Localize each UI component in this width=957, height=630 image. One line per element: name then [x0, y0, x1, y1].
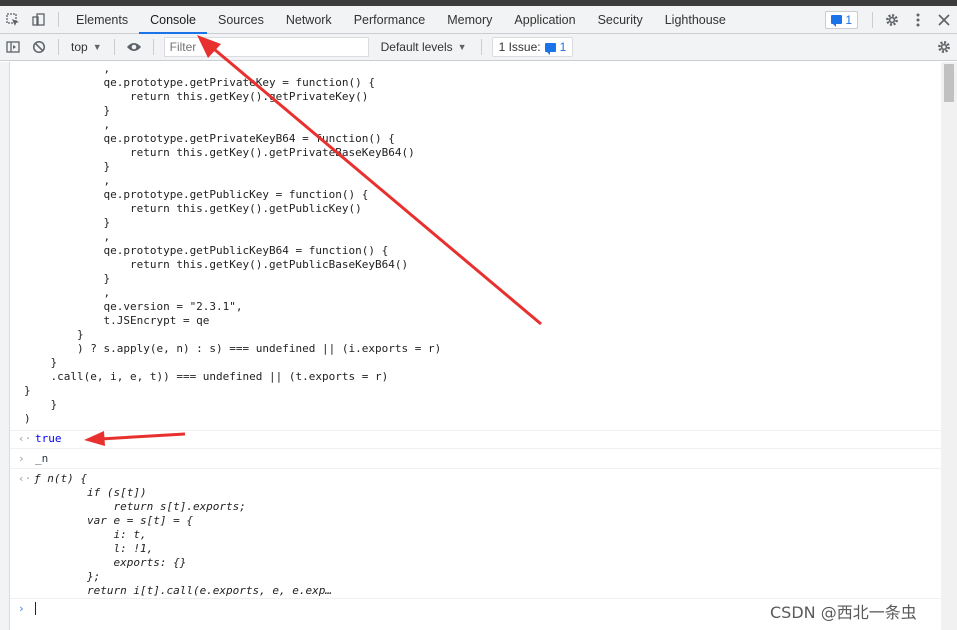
csdn-watermark: CSDN @西北一条虫 [770, 603, 917, 622]
code-line: return this.getKey().getPrivateBaseKeyB6… [24, 146, 415, 159]
prompt-chevron-icon: › [18, 602, 25, 615]
console-left-gutter [0, 62, 10, 630]
context-selector-value: top [71, 40, 88, 54]
function-source-line: return s[t].exports; [34, 500, 246, 513]
function-source-line: ƒ n(t) { [34, 472, 87, 485]
function-source-block: ƒ n(t) { if (s[t]) return s[t].exports; … [34, 472, 332, 598]
issues-badge[interactable]: 1 [825, 10, 858, 29]
console-output[interactable]: , qe.prototype.getPrivateKey = function(… [10, 62, 941, 630]
toolbar-separator [152, 39, 154, 55]
input-row: › _n [10, 452, 941, 466]
function-source-line: l: !1, [34, 542, 154, 555]
devtools-tabbar: Elements Console Sources Network Perform… [0, 6, 957, 34]
issue-message-icon [831, 15, 843, 27]
code-line: qe.prototype.getPrivateKeyB64 = function… [24, 132, 395, 145]
code-line: } [24, 356, 58, 369]
console-toolbar: top ▼ Default levels ▼ 1 Issue: 1 [0, 34, 957, 61]
code-line: , [24, 230, 111, 243]
tab-memory[interactable]: Memory [436, 6, 503, 33]
code-line: } [24, 160, 111, 173]
code-line: } [24, 272, 111, 285]
issues-counter-label: 1 Issue: [498, 40, 541, 54]
code-line: } [24, 328, 84, 341]
more-options-icon[interactable] [905, 7, 931, 33]
function-source-line: }; [34, 570, 101, 583]
issue-message-icon [544, 42, 556, 55]
code-line: qe.prototype.getPublicKey = function() { [24, 188, 369, 201]
code-line: , [24, 286, 111, 299]
code-line: , [24, 118, 111, 131]
code-line: return this.getKey().getPublicBaseKeyB64… [24, 258, 409, 271]
code-line: t.JSEncrypt = qe [24, 314, 210, 327]
code-line: , [24, 62, 111, 75]
code-line: ) [24, 412, 31, 425]
function-source-line: return i[t].call(e.exports, e, e.exp… [34, 584, 333, 597]
code-line: qe.prototype.getPublicKeyB64 = function(… [24, 244, 389, 257]
code-line: } [24, 104, 111, 117]
message-divider [10, 430, 941, 431]
result-value: true [35, 432, 62, 445]
input-command: _n [35, 452, 49, 465]
code-line: qe.prototype.getPrivateKey = function() … [24, 76, 375, 89]
tab-sources[interactable]: Sources [207, 6, 275, 33]
code-line: } [24, 398, 58, 411]
code-line: .call(e, i, e, t)) === undefined || (t.e… [24, 370, 389, 383]
result-row: ‹· true [10, 432, 941, 446]
filter-input[interactable] [163, 37, 369, 57]
settings-gear-icon[interactable] [879, 7, 905, 33]
code-line: ) ? s.apply(e, n) : s) === undefined || … [24, 342, 442, 355]
code-output-block: , qe.prototype.getPrivateKey = function(… [10, 62, 941, 426]
function-source-line: i: t, [34, 528, 147, 541]
result-arrow-icon: ‹· [18, 472, 32, 485]
function-source-line: if (s[t]) [34, 486, 147, 499]
toolbar-separator [480, 39, 482, 55]
tab-console[interactable]: Console [139, 6, 207, 34]
issues-counter-button[interactable]: 1 Issue: 1 [491, 37, 574, 57]
code-line: } [24, 384, 31, 397]
tabbar-separator [58, 12, 59, 27]
inspect-element-icon[interactable] [0, 6, 26, 33]
code-line: qe.version = "2.3.1", [24, 300, 243, 313]
toolbar-separator [113, 39, 115, 55]
function-source-line: var e = s[t] = { [34, 514, 193, 527]
function-source-line: exports: {} [34, 556, 187, 569]
issues-badge-count: 1 [845, 12, 852, 27]
code-line: return this.getKey().getPrivateKey() [24, 90, 369, 103]
context-selector[interactable]: top ▼ [65, 40, 108, 54]
text-cursor [35, 602, 36, 615]
tab-lighthouse[interactable]: Lighthouse [654, 6, 737, 33]
dropdown-caret-icon: ▼ [457, 42, 467, 52]
code-line: } [24, 216, 111, 229]
scrollbar-thumb[interactable] [944, 64, 954, 102]
log-levels-dropdown[interactable]: Default levels ▼ [373, 40, 475, 54]
tab-network[interactable]: Network [275, 6, 343, 33]
device-toolbar-icon[interactable] [26, 6, 52, 33]
console-settings-gear-icon[interactable] [931, 34, 957, 60]
dropdown-caret-icon: ▼ [92, 42, 102, 52]
toolbar-separator [58, 39, 59, 55]
tab-performance[interactable]: Performance [343, 6, 437, 33]
message-divider [10, 448, 941, 449]
input-chevron-icon: › [18, 452, 25, 465]
result-arrow-icon: ‹· [18, 432, 32, 445]
log-levels-label: Default levels [380, 40, 453, 54]
tab-elements[interactable]: Elements [65, 6, 139, 33]
tab-application[interactable]: Application [503, 6, 586, 33]
issues-counter-count: 1 [559, 40, 567, 54]
show-sidebar-icon[interactable] [0, 34, 26, 60]
clear-console-icon[interactable] [26, 34, 52, 60]
toolbar-separator [872, 11, 873, 28]
close-devtools-icon[interactable] [931, 7, 957, 33]
code-line: return this.getKey().getPublicKey() [24, 202, 362, 215]
message-divider [10, 468, 941, 469]
live-expression-eye-icon[interactable] [121, 34, 147, 60]
code-line: , [24, 174, 111, 187]
tab-security[interactable]: Security [587, 6, 654, 33]
console-scrollbar[interactable] [941, 62, 957, 630]
